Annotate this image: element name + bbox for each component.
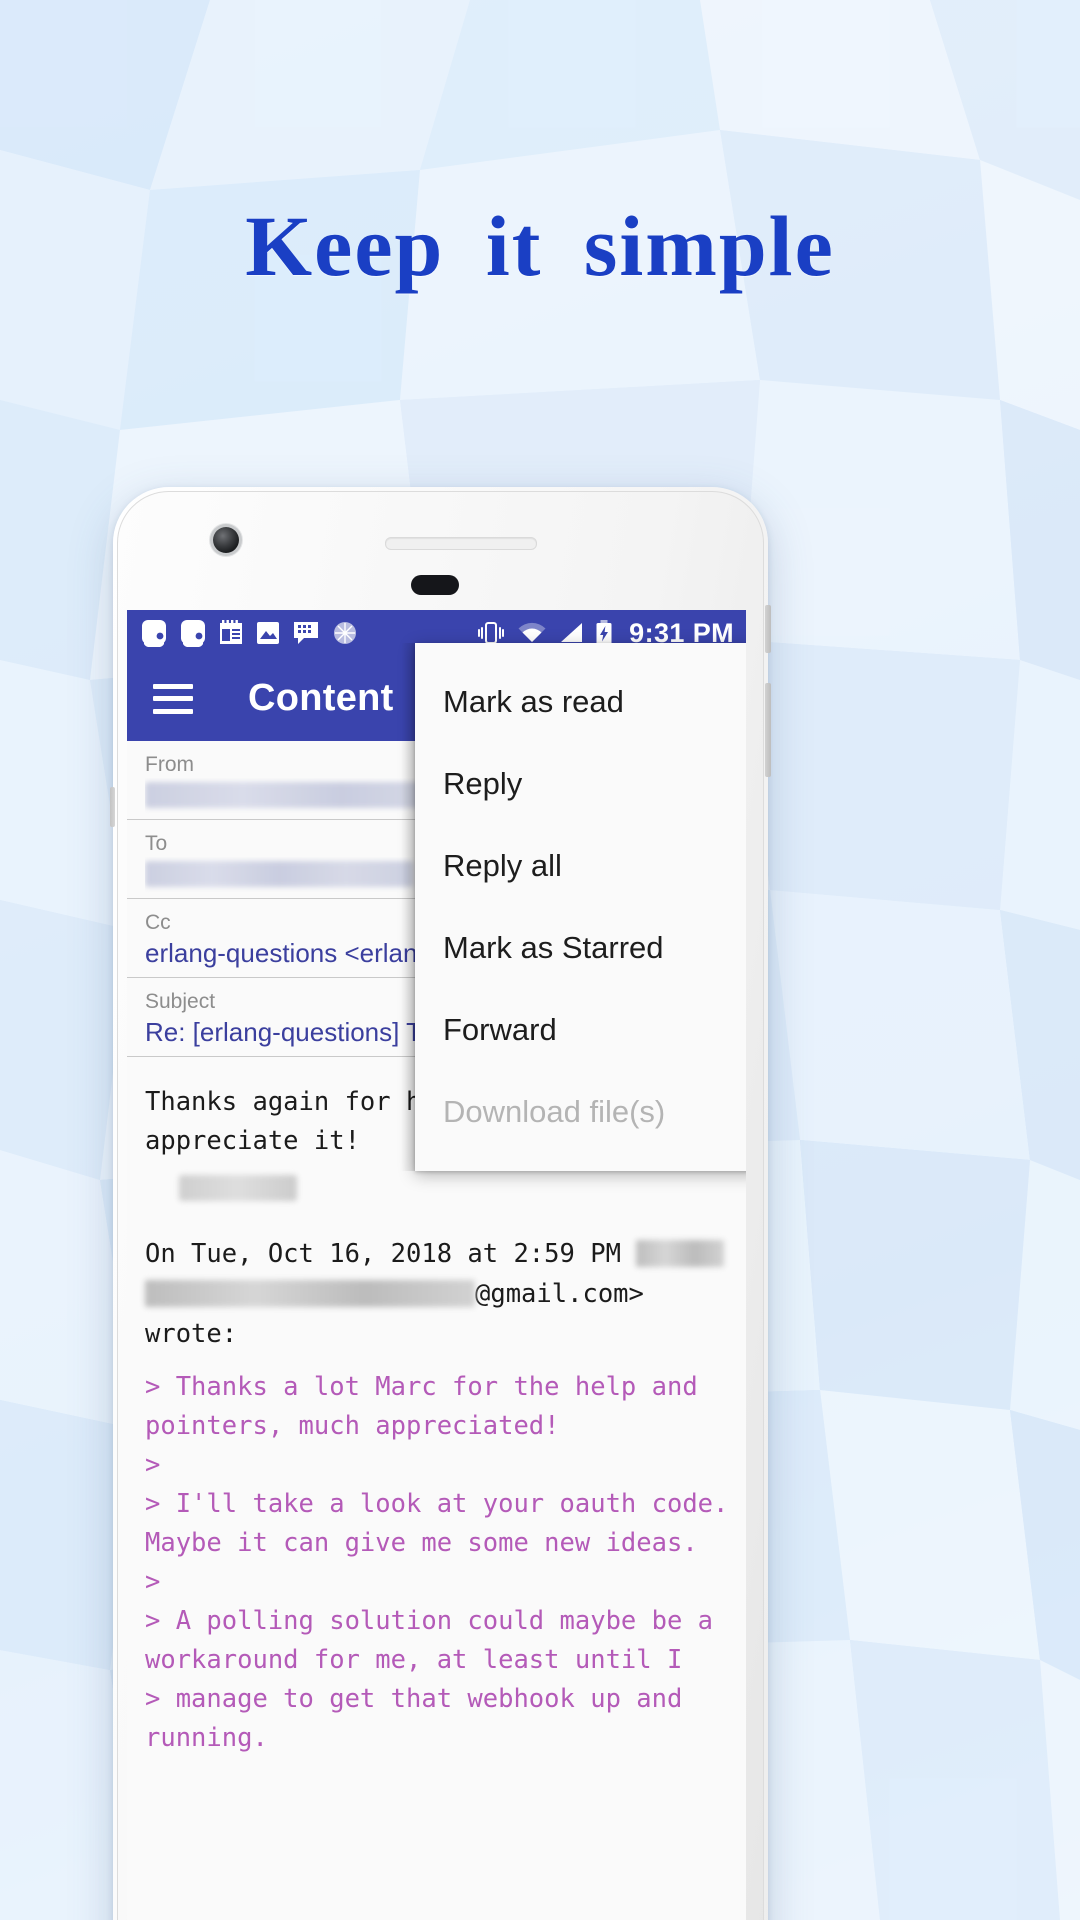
redacted-name: [636, 1240, 725, 1267]
hamburger-menu-icon[interactable]: [153, 683, 193, 714]
redacted-signature: [179, 1175, 297, 1201]
redacted-text: [145, 861, 413, 887]
volume-button[interactable]: [765, 683, 771, 777]
calendar-icon: [220, 620, 242, 644]
sync-spinner-icon: [334, 622, 356, 644]
menu-item-mark-as-read[interactable]: Mark as read: [415, 661, 746, 743]
quoted-email-text: > Thanks a lot Marc for the help and poi…: [145, 1372, 729, 1753]
promo-banner: Keep it simple 9:31 PM Content From To C…: [0, 0, 1080, 1920]
menu-item-mark-as-starred[interactable]: Mark as Starred: [415, 907, 746, 989]
overflow-popup-menu: Mark as read Reply Reply all Mark as Sta…: [401, 643, 746, 1171]
redacted-email: [145, 1280, 475, 1307]
page-title: Keep it simple: [245, 198, 835, 294]
menu-item-reply[interactable]: Reply: [415, 743, 746, 825]
mail-notification-icon: [142, 620, 166, 647]
earpiece-speaker-icon: [385, 537, 537, 550]
app-bar-title: Content: [248, 677, 394, 719]
power-button[interactable]: [765, 605, 771, 653]
menu-item-download-files: Download file(s): [443, 1094, 666, 1129]
left-side-button[interactable]: [110, 787, 115, 827]
proximity-sensor-icon: [411, 575, 459, 595]
chat-message-icon: [294, 622, 318, 644]
photo-icon: [257, 622, 279, 644]
status-bar-notification-icons: [141, 619, 358, 647]
phone-device-frame: 9:31 PM Content From @ To: [110, 487, 771, 1920]
menu-item-reply-all[interactable]: Reply all: [415, 825, 746, 907]
mail-notification-icon: [181, 620, 205, 647]
quote-attribution-line: On Tue, Oct 16, 2018 at 2:59 PM @gmail.c…: [127, 1206, 746, 1354]
wifi-icon: [518, 622, 546, 642]
quote-intro-text: On Tue, Oct 16, 2018 at 2:59 PM: [145, 1239, 637, 1269]
signal-icon: [561, 623, 583, 642]
phone-screen: 9:31 PM Content From @ To: [127, 610, 746, 1920]
front-camera-icon: [213, 527, 239, 553]
menu-item-forward[interactable]: Forward: [415, 989, 746, 1071]
